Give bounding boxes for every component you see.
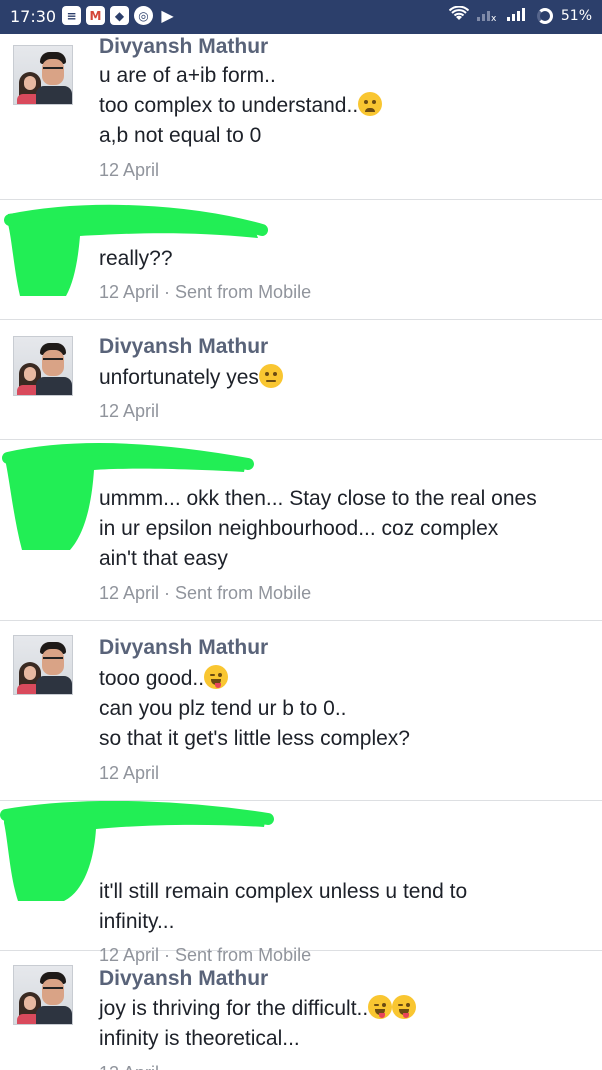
message-text: really?? [99,247,173,270]
message-text: joy is thriving for the difficult.. [99,994,417,1024]
message-text: ain't that easy [99,547,228,570]
sender-name[interactable]: Divyansh Mathur [99,635,268,661]
message-item: Divyansh Mathur tooo good.. can you plz … [0,621,602,801]
confused-emoji-icon [358,92,383,116]
message-date: 12 April [99,401,160,421]
message-text: in ur epsilon neighbourhood... coz compl… [99,517,499,540]
avatar[interactable] [13,336,73,396]
sms-icon: ≡ [62,6,81,25]
message-item: Divyansh Mathur unfortunately yes 12 Apr… [0,320,602,440]
svg-text:x: x [491,14,497,21]
message-item: Divyansh Mathur joy is thriving for the … [0,951,602,1070]
battery-percent: 51% [560,8,592,24]
avatar[interactable] [13,635,73,695]
sender-name[interactable]: Divyansh Mathur [99,34,268,60]
sender-name[interactable]: Divyansh Mathur [99,966,268,992]
gmail-icon: M [86,6,105,25]
winking-tongue-emoji-icon [368,995,393,1019]
avatar[interactable] [13,965,73,1025]
messenger-icon: ◆ [110,6,129,25]
clock: 17:30 [10,7,57,26]
status-bar: 17:30 ≡ M ◆ ◎ ▶ x 51% [0,0,602,34]
winking-tongue-emoji-icon [392,995,417,1019]
message-text: infinity is theoretical... [99,1027,300,1050]
message-text: u are of a+ib form.. [99,64,276,87]
sender-name[interactable]: Divyansh Mathur [99,334,268,360]
message-text: infinity... [99,910,175,933]
message-item: Divyansh Mathur u are of a+ib form.. too… [0,34,602,200]
message-text: too complex to understand.. [99,91,383,121]
message-text: tooo good.. [99,664,229,694]
play-store-icon: ▶ [161,6,174,25]
wifi-icon [448,5,470,26]
message-text: a,b not equal to 0 [99,124,262,147]
disappointed-emoji-icon [258,364,283,388]
winking-tongue-emoji-icon [204,665,229,689]
message-date: 12 April [99,1061,159,1070]
message-thread[interactable]: Divyansh Mathur u are of a+ib form.. too… [0,34,602,1070]
message-date: 12 April [99,160,160,180]
message-date: 12 April [99,763,160,783]
message-date: 12 April · Sent from Mobile [99,583,312,603]
battery-icon [536,8,553,24]
browser-icon: ◎ [134,6,153,25]
message-date: 12 April · Sent from Mobile [99,282,312,302]
message-text: ummm... okk then... Stay close to the re… [99,487,537,510]
message-text: it'll still remain complex unless u tend… [99,880,468,903]
message-item: really?? 12 April · Sent from Mobile [0,200,602,320]
message-item: ummm... okk then... Stay close to the re… [0,440,602,621]
signal-sim1-icon: x [476,7,499,25]
message-text: so that it get's little less complex? [99,727,410,750]
avatar[interactable] [13,45,73,105]
message-text: unfortunately yes [99,363,283,393]
notification-icons: ≡ M ◆ ◎ ▶ [62,6,177,25]
message-text: can you plz tend ur b to 0.. [99,697,347,720]
system-status: x 51% [448,5,592,26]
signal-sim2-icon [506,7,529,25]
message-item: it'll still remain complex unless u tend… [0,801,602,965]
